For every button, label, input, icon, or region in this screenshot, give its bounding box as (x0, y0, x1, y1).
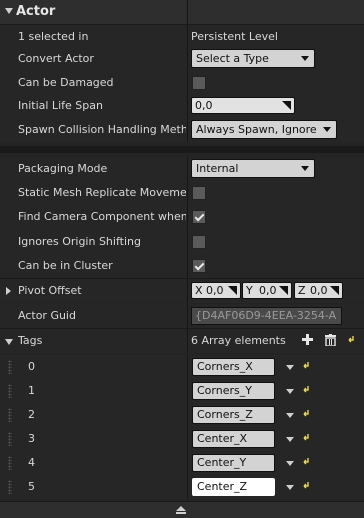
row-static-mesh-replicate: Static Mesh Replicate Movement (0, 181, 364, 205)
tag-element-row: 4 Center_Y (0, 451, 364, 475)
chevron-down-icon[interactable] (286, 389, 294, 394)
row-packaging-mode: Packaging Mode Internal (0, 157, 364, 181)
tag-index: 0 (28, 360, 35, 373)
row-initial-life-span: Initial Life Span 0,0 (0, 94, 364, 118)
chevron-down-icon (323, 127, 331, 132)
row-find-camera: Find Camera Component when View Target (0, 205, 364, 229)
row-can-be-in-cluster: Can be in Cluster (0, 254, 364, 278)
static-mesh-replicate-checkbox[interactable] (192, 186, 206, 200)
level-name: Persistent Level (191, 30, 278, 43)
row-selected-in: 1 selected in Persistent Level (0, 25, 364, 49)
drag-grip-icon[interactable] (8, 408, 12, 422)
convert-actor-dropdown[interactable]: Select a Type (191, 49, 315, 68)
convert-actor-label: Convert Actor (18, 52, 94, 65)
selected-in-label: 1 selected in (18, 30, 89, 43)
chevron-down-icon[interactable] (286, 485, 294, 490)
reset-to-default-icon[interactable] (302, 385, 310, 393)
tags-label: Tags (18, 334, 43, 347)
chevron-down-icon[interactable] (286, 413, 294, 418)
ignores-origin-checkbox[interactable] (192, 235, 206, 249)
spawn-collision-dropdown[interactable]: Always Spawn, Ignore Co (191, 120, 337, 139)
drag-handle-icon (282, 101, 291, 110)
reset-to-default-icon[interactable] (302, 457, 310, 465)
can-be-in-cluster-checkbox[interactable] (192, 259, 206, 273)
reset-to-default-icon[interactable] (302, 409, 310, 417)
drag-grip-icon[interactable] (8, 360, 12, 374)
row-tags: Tags 6 Array elements (0, 329, 364, 353)
drag-handle-icon (330, 286, 339, 295)
array-count: 6 Array elements (191, 334, 286, 347)
drag-grip-icon[interactable] (8, 384, 12, 398)
tag-value-input[interactable]: Center_Z (192, 478, 275, 496)
scroll-up-icon[interactable] (176, 506, 186, 511)
chevron-down-icon[interactable] (286, 437, 294, 442)
reset-to-default-icon[interactable] (302, 481, 310, 489)
tag-index: 4 (28, 456, 35, 469)
drag-grip-icon[interactable] (8, 480, 12, 494)
collapse-arrow-icon[interactable] (5, 8, 13, 14)
drag-grip-icon[interactable] (8, 432, 12, 446)
pivot-x-input[interactable]: X 0,0 (191, 282, 241, 299)
tag-index: 2 (28, 408, 35, 421)
tag-index: 1 (28, 384, 35, 397)
add-element-icon[interactable] (302, 334, 313, 345)
tag-index: 3 (28, 432, 35, 445)
row-ignores-origin: Ignores Origin Shifting (0, 230, 364, 254)
section-divider (0, 146, 364, 153)
tag-element-row: 0 Corners_X (0, 355, 364, 379)
pivot-z-input[interactable]: Z 0,0 (294, 282, 343, 299)
reset-to-default-icon[interactable] (347, 335, 355, 343)
chevron-down-icon[interactable] (286, 365, 294, 370)
tag-value-input[interactable]: Corners_Y (192, 382, 275, 400)
can-be-in-cluster-label: Can be in Cluster (18, 259, 113, 272)
tag-element-row: 2 Corners_Z (0, 403, 364, 427)
tag-element-row: 1 Corners_Y (0, 379, 364, 403)
actor-section-header[interactable]: Actor (0, 0, 364, 25)
packaging-mode-label: Packaging Mode (18, 162, 108, 175)
details-panel: Actor 1 selected in Persistent Level Con… (0, 0, 364, 518)
row-convert-actor: Convert Actor Select a Type (0, 47, 364, 71)
find-camera-label: Find Camera Component when View Target (18, 210, 186, 223)
tag-element-row: 5 Center_Z (0, 475, 364, 499)
row-actor-guid: Actor Guid {D4AF06D9-4EEA-3254-A (0, 304, 364, 328)
tag-index: 5 (28, 480, 35, 493)
initial-life-span-label: Initial Life Span (18, 99, 103, 112)
can-be-damaged-checkbox[interactable] (192, 76, 206, 90)
row-pivot-offset: Pivot Offset X 0,0 Y 0,0 Z 0,0 (0, 279, 364, 303)
ignores-origin-label: Ignores Origin Shifting (18, 235, 141, 248)
pivot-offset-label: Pivot Offset (18, 284, 82, 297)
find-camera-checkbox[interactable] (192, 210, 206, 224)
collapse-arrow-icon[interactable] (5, 339, 13, 345)
tag-element-row: 3 Center_X (0, 427, 364, 451)
reset-to-default-icon[interactable] (302, 433, 310, 441)
drag-grip-icon[interactable] (8, 456, 12, 470)
can-be-damaged-label: Can be Damaged (18, 76, 114, 89)
trash-icon[interactable] (325, 334, 336, 346)
actor-guid-field[interactable]: {D4AF06D9-4EEA-3254-A (191, 307, 342, 325)
expand-arrow-icon[interactable] (6, 287, 11, 295)
chevron-down-icon (301, 56, 309, 61)
tag-value-input[interactable]: Corners_X (192, 358, 275, 376)
tag-value-input[interactable]: Corners_Z (192, 406, 275, 424)
actor-guid-label: Actor Guid (18, 309, 76, 322)
reset-to-default-icon[interactable] (302, 361, 310, 369)
static-mesh-replicate-label: Static Mesh Replicate Movement (18, 186, 186, 199)
chevron-down-icon[interactable] (286, 461, 294, 466)
chevron-down-icon (301, 166, 309, 171)
section-title: Actor (16, 4, 56, 19)
row-spawn-collision: Spawn Collision Handling Method Always S… (0, 118, 364, 142)
details-footer (0, 501, 364, 518)
row-can-be-damaged: Can be Damaged (0, 71, 364, 95)
packaging-mode-dropdown[interactable]: Internal (191, 159, 315, 178)
drag-handle-icon (228, 286, 237, 295)
drag-handle-icon (279, 286, 288, 295)
tag-value-input[interactable]: Center_Y (192, 454, 275, 472)
initial-life-span-input[interactable]: 0,0 (191, 97, 295, 114)
pivot-y-input[interactable]: Y 0,0 (242, 282, 292, 299)
spawn-collision-label: Spawn Collision Handling Method (18, 123, 186, 136)
tag-value-input[interactable]: Center_X (192, 430, 275, 448)
